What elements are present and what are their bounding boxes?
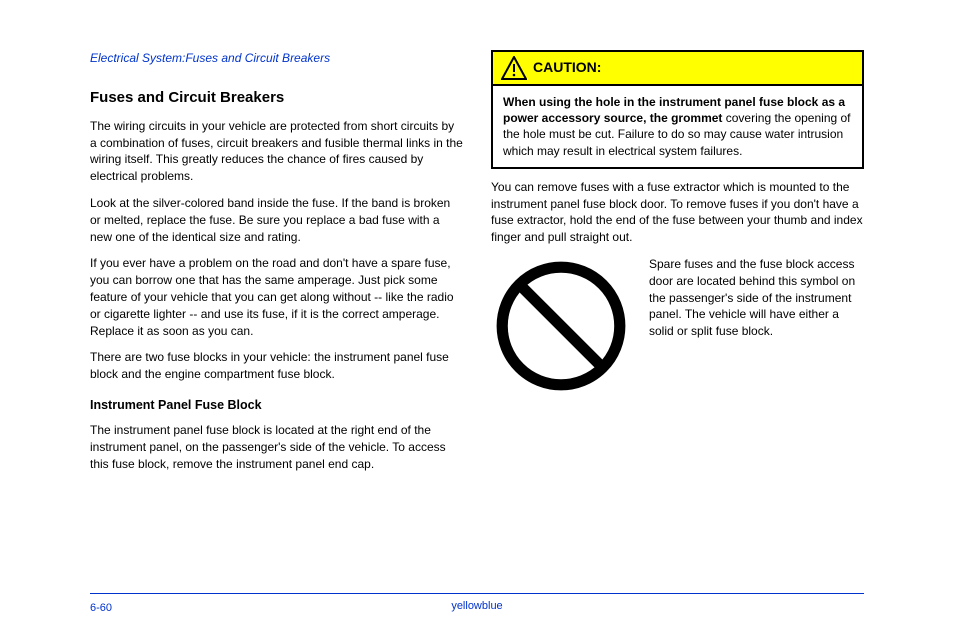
para-3: If you ever have a problem on the road a… — [90, 255, 463, 339]
caution-body: When using the hole in the instrument pa… — [493, 86, 862, 167]
caution-label: CAUTION: — [533, 58, 601, 78]
caution-box: CAUTION: When using the hole in the inst… — [491, 50, 864, 169]
right-column: CAUTION: When using the hole in the inst… — [491, 50, 864, 483]
para-4: There are two fuse blocks in your vehicl… — [90, 349, 463, 383]
footer-link: yellowblue — [90, 593, 864, 612]
keywords-line: Electrical System:Fuses and Circuit Brea… — [90, 50, 463, 67]
subsection-title: Instrument Panel Fuse Block — [90, 397, 463, 415]
caution-header: CAUTION: — [493, 52, 862, 86]
section-title: Fuses and Circuit Breakers — [90, 87, 463, 108]
warning-triangle-icon — [501, 56, 527, 80]
page: Electrical System:Fuses and Circuit Brea… — [0, 0, 954, 513]
right-para-1: You can remove fuses with a fuse extract… — [491, 179, 864, 246]
symbol-row: Spare fuses and the fuse block access do… — [491, 256, 864, 396]
para-2: Look at the silver-colored band inside t… — [90, 195, 463, 245]
left-column: Electrical System:Fuses and Circuit Brea… — [90, 50, 463, 483]
symbol-text: Spare fuses and the fuse block access do… — [649, 256, 864, 340]
para-5: The instrument panel fuse block is locat… — [90, 422, 463, 472]
footer: yellowblue — [90, 593, 864, 612]
para-1: The wiring circuits in your vehicle are … — [90, 118, 463, 185]
prohibition-icon — [491, 256, 631, 396]
